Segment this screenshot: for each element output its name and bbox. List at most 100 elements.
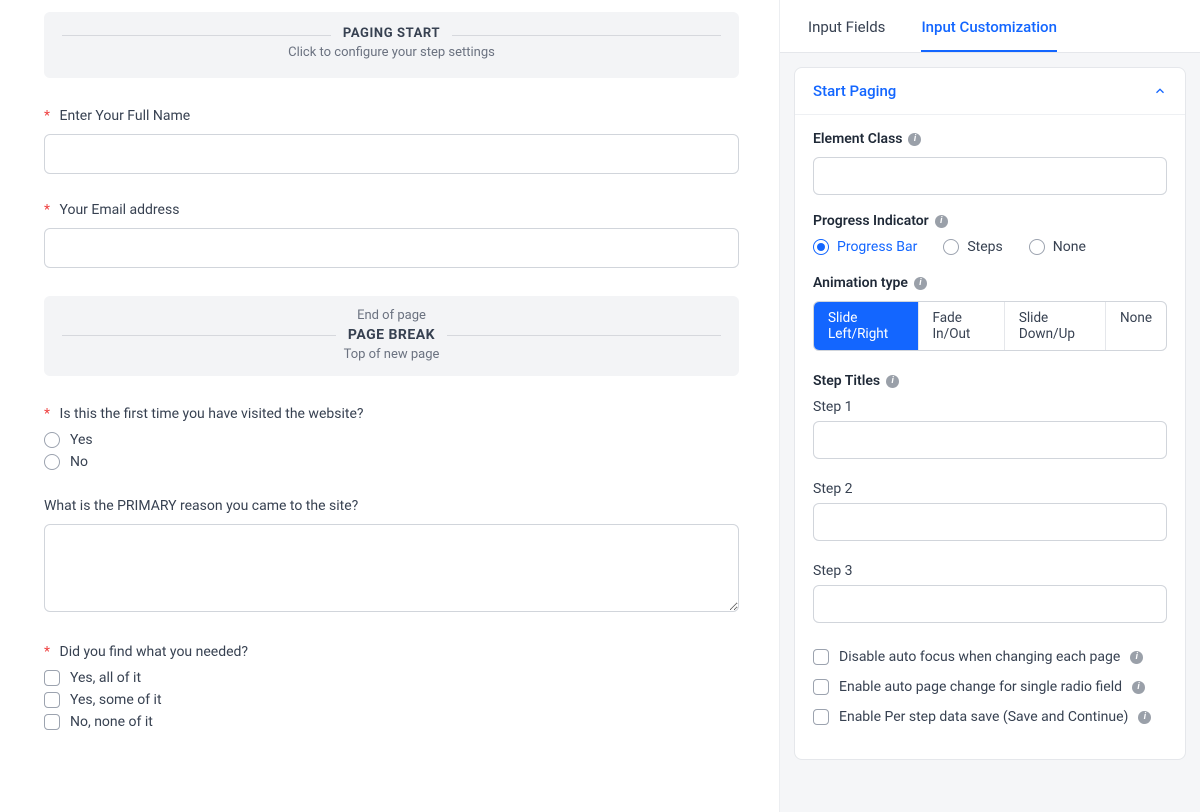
info-icon[interactable]: i <box>935 215 948 228</box>
option-text: No, none of it <box>70 714 153 730</box>
field-label: * Did you find what you needed? <box>44 644 739 660</box>
paging-start-title: PAGING START <box>343 26 440 41</box>
checkbox-icon <box>44 670 60 686</box>
label-text: Did you find what you needed? <box>60 644 249 660</box>
seg-slide-lr[interactable]: Slide Left/Right <box>814 302 919 350</box>
seg-fade[interactable]: Fade In/Out <box>919 302 1005 350</box>
step1-input[interactable] <box>813 421 1167 459</box>
label-text: Element Class <box>813 131 902 147</box>
checkbox-icon <box>813 709 829 725</box>
step3-label: Step 3 <box>813 563 1167 579</box>
info-icon[interactable]: i <box>914 277 927 290</box>
label-text: What is the PRIMARY reason you came to t… <box>44 498 358 514</box>
radio-icon <box>44 454 60 470</box>
radio-none[interactable]: None <box>1029 239 1086 255</box>
option-text: Progress Bar <box>837 239 917 255</box>
option-text: Steps <box>967 239 1002 255</box>
checkbox-label: Enable Per step data save (Save and Cont… <box>839 709 1128 725</box>
checkbox-icon <box>44 692 60 708</box>
divider <box>62 35 331 36</box>
step3-input[interactable] <box>813 585 1167 623</box>
required-star: * <box>44 108 50 124</box>
seg-anim-none[interactable]: None <box>1106 302 1166 350</box>
radio-icon <box>943 239 959 255</box>
checkbox-icon <box>44 714 60 730</box>
label-text: Your Email address <box>60 202 180 218</box>
radio-option-yes[interactable]: Yes <box>44 432 739 448</box>
divider <box>452 35 721 36</box>
option-text: Yes, all of it <box>70 670 141 686</box>
animation-segment-group: Slide Left/Right Fade In/Out Slide Down/… <box>813 301 1167 351</box>
radio-option-no[interactable]: No <box>44 454 739 470</box>
option-text: Yes <box>70 432 93 448</box>
page-break-title: PAGE BREAK <box>348 327 435 343</box>
radio-icon <box>813 239 829 255</box>
step2-input[interactable] <box>813 503 1167 541</box>
paging-start-block[interactable]: PAGING START Click to configure your ste… <box>44 12 739 78</box>
progress-indicator-label: Progress Indicator i <box>813 213 1167 229</box>
step-titles-label: Step Titles i <box>813 373 1167 389</box>
checkbox-option[interactable]: Yes, some of it <box>44 692 739 708</box>
label-text: Is this the first time you have visited … <box>60 406 364 422</box>
full-name-input[interactable] <box>44 134 739 174</box>
info-icon[interactable]: i <box>1138 711 1151 724</box>
option-text: Yes, some of it <box>70 692 162 708</box>
element-class-label: Element Class i <box>813 131 1167 147</box>
card-title: Start Paging <box>813 82 896 100</box>
option-text: None <box>1053 239 1086 255</box>
paging-start-subtitle: Click to configure your step settings <box>62 45 721 60</box>
field-label: What is the PRIMARY reason you came to t… <box>44 498 739 514</box>
field-full-name[interactable]: * Enter Your Full Name <box>44 108 739 174</box>
label-text: Animation type <box>813 275 908 291</box>
option-text: No <box>70 454 88 470</box>
radio-icon <box>1029 239 1045 255</box>
info-icon[interactable]: i <box>1130 651 1143 664</box>
divider <box>447 335 721 336</box>
checkbox-option[interactable]: No, none of it <box>44 714 739 730</box>
field-label: * Enter Your Full Name <box>44 108 739 124</box>
field-label: * Your Email address <box>44 202 739 218</box>
step1-label: Step 1 <box>813 399 1167 415</box>
field-found-needed[interactable]: * Did you find what you needed? Yes, all… <box>44 644 739 730</box>
info-icon[interactable]: i <box>1132 681 1145 694</box>
label-text: Step Titles <box>813 373 880 389</box>
seg-slide-du[interactable]: Slide Down/Up <box>1005 302 1106 350</box>
radio-steps[interactable]: Steps <box>943 239 1002 255</box>
checkbox-auto-page-change[interactable]: Enable auto page change for single radio… <box>813 679 1167 695</box>
required-star: * <box>44 406 50 422</box>
primary-reason-textarea[interactable] <box>44 524 739 612</box>
checkbox-per-step-save[interactable]: Enable Per step data save (Save and Cont… <box>813 709 1167 725</box>
checkbox-label: Disable auto focus when changing each pa… <box>839 649 1120 665</box>
field-primary-reason[interactable]: What is the PRIMARY reason you came to t… <box>44 498 739 616</box>
divider <box>62 335 336 336</box>
element-class-input[interactable] <box>813 157 1167 195</box>
tab-input-customization[interactable]: Input Customization <box>921 0 1056 52</box>
tabs: Input Fields Input Customization <box>780 0 1200 53</box>
required-star: * <box>44 644 50 660</box>
checkbox-option[interactable]: Yes, all of it <box>44 670 739 686</box>
field-label: * Is this the first time you have visite… <box>44 406 739 422</box>
page-break-block[interactable]: End of page PAGE BREAK Top of new page <box>44 296 739 376</box>
settings-panel: Input Fields Input Customization Start P… <box>780 0 1200 812</box>
step2-label: Step 2 <box>813 481 1167 497</box>
page-break-top: End of page <box>62 308 721 323</box>
checkbox-icon <box>813 649 829 665</box>
email-input[interactable] <box>44 228 739 268</box>
start-paging-card: Start Paging Element Class i Progress In… <box>794 67 1186 760</box>
checkbox-icon <box>813 679 829 695</box>
radio-progress-bar[interactable]: Progress Bar <box>813 239 917 255</box>
checkbox-disable-autofocus[interactable]: Disable auto focus when changing each pa… <box>813 649 1167 665</box>
field-email[interactable]: * Your Email address <box>44 202 739 268</box>
form-builder-canvas: PAGING START Click to configure your ste… <box>0 0 780 812</box>
radio-icon <box>44 432 60 448</box>
card-header[interactable]: Start Paging <box>795 68 1185 115</box>
progress-indicator-group: Progress Bar Steps None <box>813 239 1167 255</box>
page-break-bottom: Top of new page <box>62 347 721 362</box>
label-text: Progress Indicator <box>813 213 929 229</box>
label-text: Enter Your Full Name <box>60 108 191 124</box>
chevron-up-icon <box>1153 84 1167 98</box>
field-first-visit[interactable]: * Is this the first time you have visite… <box>44 406 739 470</box>
info-icon[interactable]: i <box>886 375 899 388</box>
info-icon[interactable]: i <box>908 133 921 146</box>
tab-input-fields[interactable]: Input Fields <box>808 0 885 52</box>
